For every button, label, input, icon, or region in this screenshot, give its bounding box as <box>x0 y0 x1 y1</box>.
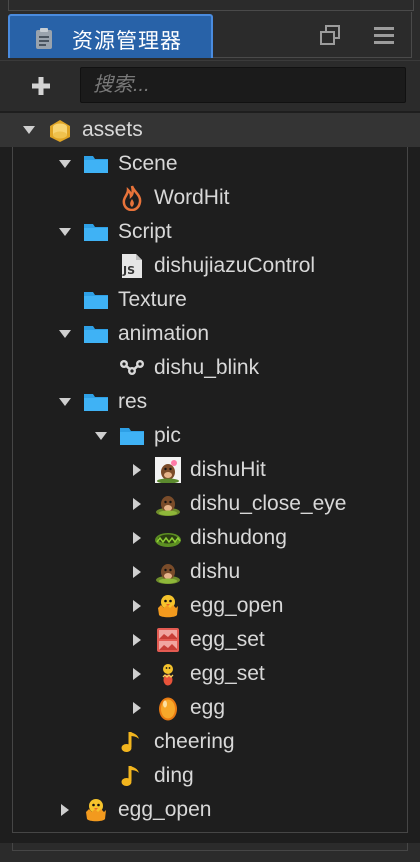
tree-row-label: egg_set <box>190 662 265 685</box>
bottom-strip-edge <box>12 843 408 851</box>
small-chick-image-icon <box>155 661 181 687</box>
collapse-arrow-right-icon[interactable] <box>130 633 144 647</box>
tree-row-label: dishu <box>190 560 241 583</box>
tree-row-res[interactable]: res <box>0 385 420 419</box>
hole-image-icon <box>155 525 181 551</box>
collapse-arrow-right-icon[interactable] <box>130 531 144 545</box>
tree-row-animation[interactable]: animation <box>0 317 420 351</box>
tree-row-label: Script <box>118 220 172 243</box>
collapse-arrow-right-icon[interactable] <box>130 463 144 477</box>
tree-row-label: dishu_close_eye <box>190 492 347 515</box>
folder-icon <box>83 287 109 313</box>
collapse-arrow-right-icon[interactable] <box>130 565 144 579</box>
tree-row-dishudong[interactable]: dishudong <box>0 521 420 555</box>
svg-text:JS: JS <box>122 264 135 277</box>
tree-row-label: WordHit <box>154 186 230 209</box>
tree-row-label: ding <box>154 764 194 787</box>
chick-image-icon <box>83 797 109 823</box>
tab-divider <box>213 57 412 58</box>
audio-note-icon <box>119 763 145 789</box>
tree-row-label: egg_open <box>118 798 212 821</box>
tree-row-egg[interactable]: egg <box>0 691 420 725</box>
restore-window-icon[interactable] <box>319 25 341 45</box>
folder-icon <box>83 219 109 245</box>
tree-row-label: dishudong <box>190 526 287 549</box>
add-asset-icon[interactable] <box>28 73 54 99</box>
tree-row-egg-open[interactable]: egg_open <box>0 589 420 623</box>
audio-note-icon <box>119 729 145 755</box>
tab-asset-manager[interactable]: 资源管理器 <box>8 14 213 58</box>
tree-row-label: dishuHit <box>190 458 266 481</box>
collapse-arrow-right-icon[interactable] <box>130 497 144 511</box>
tree-row-label: egg_open <box>190 594 284 617</box>
tree-row-ding[interactable]: ding <box>0 759 420 793</box>
tree-row-dishu[interactable]: dishu <box>0 555 420 589</box>
tree-row-label: Scene <box>118 152 178 175</box>
tree-row-label: dishujiazuControl <box>154 254 316 277</box>
folder-icon <box>119 423 145 449</box>
chick-image-icon <box>155 593 181 619</box>
folder-icon <box>83 151 109 177</box>
tree-row-pic[interactable]: pic <box>0 419 420 453</box>
search-input[interactable] <box>80 67 406 103</box>
document-icon <box>36 28 52 49</box>
panel-title: 资源管理器 <box>72 30 182 53</box>
expand-arrow-down-icon[interactable] <box>58 395 72 409</box>
tree-row-dishujiazucontrol[interactable]: JS dishujiazuControl <box>0 249 420 283</box>
expand-arrow-down-icon[interactable] <box>58 157 72 171</box>
expand-arrow-down-icon[interactable] <box>22 123 36 137</box>
assets-db-icon <box>47 117 73 143</box>
tree-row-scene[interactable]: Scene <box>0 147 420 181</box>
expand-arrow-down-icon[interactable] <box>94 429 108 443</box>
asset-toolbar <box>0 60 420 111</box>
folder-icon <box>83 321 109 347</box>
expand-arrow-down-icon[interactable] <box>58 327 72 341</box>
tree-row-label: assets <box>82 118 143 141</box>
js-file-icon: JS <box>119 253 145 279</box>
tree-row-texture[interactable]: Texture <box>0 283 420 317</box>
tree-row-egg-set[interactable]: egg_set <box>0 623 420 657</box>
tab-right-edge <box>411 12 412 58</box>
tree-row-cheering[interactable]: cheering <box>0 725 420 759</box>
tree-row-label: res <box>118 390 148 413</box>
expand-arrow-down-icon[interactable] <box>58 225 72 239</box>
fire-scene-icon <box>119 185 145 212</box>
collapse-arrow-right-icon[interactable] <box>130 599 144 613</box>
tree-row-wordhit[interactable]: WordHit <box>0 181 420 215</box>
tree-row-egg-set[interactable]: egg_set <box>0 657 420 691</box>
tree-row-dishu-blink[interactable]: dishu_blink <box>0 351 420 385</box>
tree-row-label: animation <box>118 322 210 345</box>
tree-row-label: egg_set <box>190 628 265 651</box>
tree-row-egg-open[interactable]: egg_open <box>0 793 420 827</box>
tree-row-label: pic <box>154 424 181 447</box>
tree-row-script[interactable]: Script <box>0 215 420 249</box>
tree-row-label: dishu_blink <box>154 356 260 379</box>
tree-row-label: Texture <box>118 288 187 311</box>
collapse-arrow-right-icon[interactable] <box>130 667 144 681</box>
collapse-arrow-right-icon[interactable] <box>58 803 72 817</box>
mole-image-icon <box>155 491 181 517</box>
tree-row-label: egg <box>190 696 226 719</box>
mole-image-icon <box>155 559 181 585</box>
mole-hit-image-icon <box>155 457 181 484</box>
tree-row-assets[interactable]: assets <box>0 113 420 147</box>
sprite-sheet-icon <box>155 627 181 653</box>
menu-icon[interactable] <box>373 25 395 45</box>
tree-row-dishuhit[interactable]: dishuHit <box>0 453 420 487</box>
collapse-arrow-right-icon[interactable] <box>130 701 144 715</box>
animation-clip-icon <box>119 355 145 381</box>
tree-row-label: cheering <box>154 730 235 753</box>
folder-icon <box>83 389 109 415</box>
egg-image-icon <box>155 695 181 721</box>
panel-tab-bar: 资源管理器 <box>0 12 420 60</box>
top-strip-edge <box>8 0 414 11</box>
tree-row-dishu-close-eye[interactable]: dishu_close_eye <box>0 487 420 521</box>
bottom-strip <box>0 843 420 862</box>
